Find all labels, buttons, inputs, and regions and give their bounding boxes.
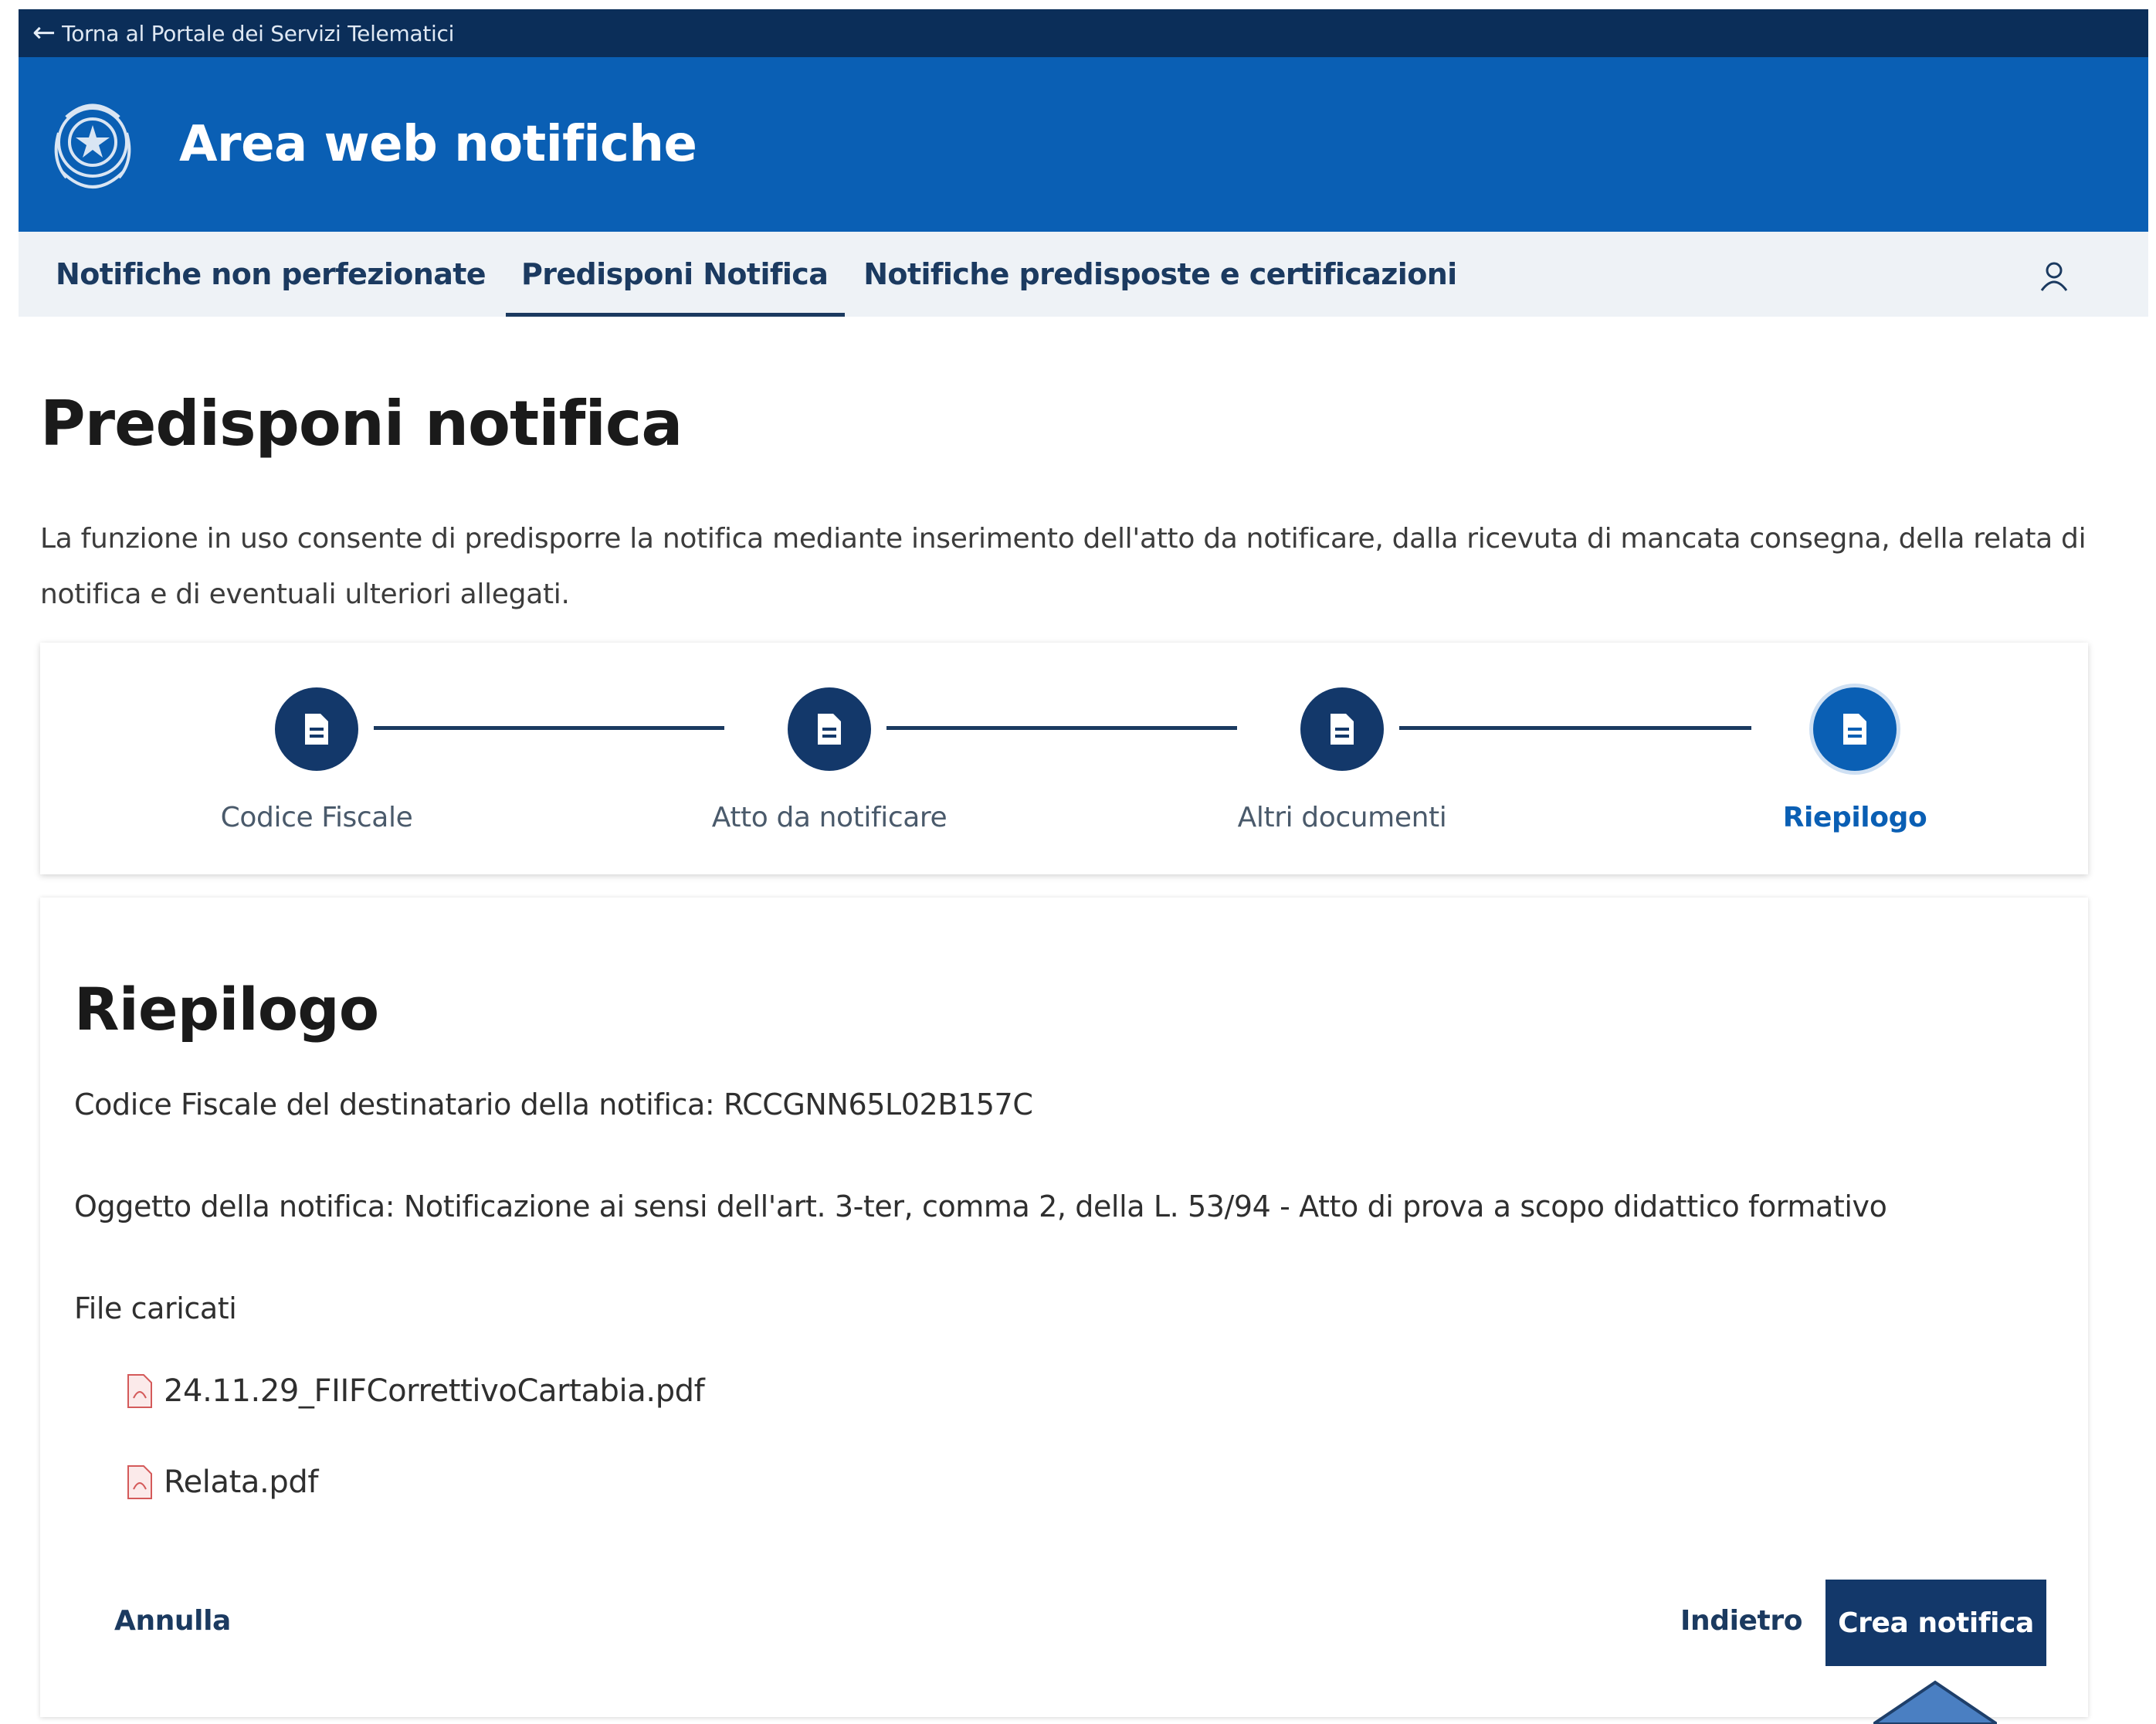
step-2-document-icon — [788, 687, 871, 771]
nav-item-notifiche-predisposte[interactable]: Notifiche predisposte e certificazioni — [863, 232, 1457, 317]
main-nav: Notifiche non perfezionate Predisponi No… — [19, 232, 2148, 317]
summary-title: Riepilogo — [74, 975, 379, 1044]
oggetto-text: Oggetto della notifica: Notificazione ai… — [74, 1189, 1887, 1223]
page-title: Predisponi notifica — [40, 388, 683, 460]
nav-item-predisponi-notifica[interactable]: Predisponi Notifica — [505, 232, 846, 317]
back-arrow-icon[interactable]: ← — [32, 19, 56, 47]
app-frame: ← Torna al Portale dei Servizi Telematic… — [19, 9, 2148, 1724]
back-button[interactable]: Indietro — [1680, 1605, 1802, 1637]
step-connector — [1399, 726, 1751, 730]
step-3-document-icon — [1300, 687, 1384, 771]
back-to-portal-link[interactable]: Torna al Portale dei Servizi Telematici — [62, 21, 454, 46]
step-1-label: Codice Fiscale — [220, 802, 413, 833]
file-name: 24.11.29_FIIFCorrettivoCartabia.pdf — [164, 1373, 705, 1409]
file-item[interactable]: 24.11.29_FIIFCorrettivoCartabia.pdf — [127, 1373, 705, 1409]
step-2-label: Atto da notificare — [711, 802, 947, 833]
codice-fiscale-text: Codice Fiscale del destinatario della no… — [74, 1088, 1033, 1122]
file-item[interactable]: Relata.pdf — [127, 1464, 318, 1500]
pointer-arrow-icon — [1873, 1680, 1997, 1724]
top-bar: ← Torna al Portale dei Servizi Telematic… — [19, 9, 2148, 57]
step-4-label: Riepilogo — [1782, 802, 1927, 833]
create-notification-button[interactable]: Crea notifica — [1825, 1580, 2046, 1666]
pdf-icon — [127, 1465, 152, 1499]
file-name: Relata.pdf — [164, 1464, 319, 1500]
step-4-document-icon — [1813, 687, 1897, 771]
files-label: File caricati — [74, 1291, 237, 1325]
step-connector — [886, 726, 1237, 730]
summary-card: Riepilogo Codice Fiscale del destinatari… — [40, 898, 2088, 1717]
nav-item-notifiche-non-perfezionate[interactable]: Notifiche non perfezionate — [56, 232, 486, 317]
cancel-button[interactable]: Annulla — [114, 1605, 231, 1637]
step-3-label: Altri documenti — [1237, 802, 1447, 833]
app-header: Area web notifiche — [19, 57, 2148, 232]
step-connector — [374, 726, 724, 730]
stepper: Codice Fiscale Atto da notificare Altri … — [40, 643, 2088, 874]
step-1-document-icon — [275, 687, 358, 771]
page-intro: La funzione in uso consente di predispor… — [40, 523, 2087, 610]
pdf-icon — [127, 1374, 152, 1408]
user-icon[interactable] — [2037, 260, 2071, 294]
republic-emblem-icon — [43, 87, 142, 202]
app-title: Area web notifiche — [179, 116, 697, 173]
